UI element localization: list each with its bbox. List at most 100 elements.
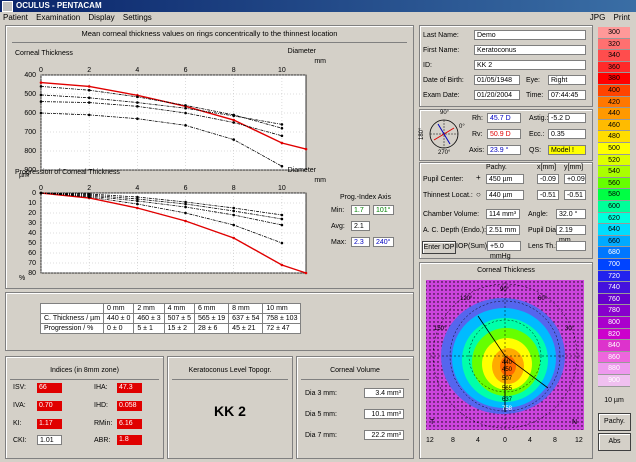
lens-field[interactable]: [556, 241, 586, 251]
chart-x-tick: 6: [184, 67, 188, 74]
thin-y-field: -0.51: [564, 190, 586, 200]
data-point: [136, 195, 139, 199]
first-name-label: First Name:: [423, 47, 460, 54]
eye-field[interactable]: Right: [548, 75, 586, 85]
menu-print[interactable]: Print: [614, 13, 630, 22]
table-cell: C. Thickness / µm: [39, 313, 105, 324]
first-name-field[interactable]: Keratoconus: [474, 45, 586, 55]
scale-value: 720: [598, 270, 630, 283]
data-point: [87, 85, 91, 88]
menu-patient[interactable]: Patient: [3, 13, 28, 22]
table-cell: 565 ± 19: [193, 313, 230, 324]
ihd-value: 0.058: [117, 401, 142, 411]
time-field[interactable]: 07:44:45: [548, 90, 586, 100]
scale-value: 360: [598, 61, 630, 74]
scale-value: 780: [598, 305, 630, 317]
map-tick: 4: [528, 437, 532, 444]
qs-field: Model !: [548, 145, 586, 155]
thinnest-icon: ○: [476, 190, 481, 199]
data-point: [87, 113, 91, 117]
chart-y-tick: 20: [28, 210, 36, 217]
chart-x-tick: 0: [39, 185, 43, 192]
table-row: Progression / % 0 ± 0 5 ± 1 15 ± 2 28 ± …: [39, 323, 302, 334]
thin-x-field: -0.51: [537, 190, 559, 200]
data-point: [232, 138, 236, 141]
isv-value: 66: [37, 383, 62, 393]
pachy-header: Pachy.: [486, 164, 507, 171]
app-logo-icon: [2, 1, 13, 12]
scale-value: 880: [598, 363, 630, 375]
scale-value: 520: [598, 154, 630, 167]
chart-y-tick: 400: [24, 72, 36, 79]
thinnest-field: 440 µm: [486, 190, 524, 200]
rh-field: 45.7 D: [487, 113, 521, 123]
id-field[interactable]: KK 2: [474, 60, 586, 70]
chart-plot-area: [40, 74, 307, 171]
dob-field[interactable]: 01/05/1948: [474, 75, 520, 85]
scale-value: 440: [598, 108, 630, 120]
chart-ylabel: %: [19, 275, 25, 282]
chart-y-tick: 40: [28, 230, 36, 237]
menu-jpg[interactable]: JPG: [590, 13, 606, 22]
data-point: [280, 223, 284, 227]
chart-xlabel: Diameter: [288, 167, 317, 174]
chart-title: Progression of Corneal Thickness: [15, 169, 120, 176]
data-point: [280, 217, 284, 221]
scale-value: 620: [598, 212, 630, 225]
scale-value: 460: [598, 119, 630, 132]
chart-y-tick: 0: [32, 190, 36, 197]
scale-value: 840: [598, 340, 630, 352]
chart-x-tick: 8: [232, 67, 236, 74]
exam-date-field[interactable]: 01/20/2004: [474, 90, 520, 100]
pupil-dia-field: 2.19 mm: [556, 225, 586, 244]
chart-x-tick: 4: [135, 185, 139, 192]
angle-field: 32.0 °: [556, 209, 586, 219]
data-point: [136, 101, 139, 104]
window-title: OCULUS - PENTACAM: [16, 1, 102, 10]
chart-y-tick: 600: [24, 110, 36, 117]
table-cell: 0 mm: [103, 303, 135, 314]
chart-y-tick: 800: [24, 148, 36, 155]
scale-value: 400: [598, 85, 630, 97]
data-point: [304, 147, 308, 151]
map-tick: 12: [426, 437, 434, 444]
ki-label: KI:: [13, 420, 22, 427]
data-point: [184, 211, 187, 215]
enter-iop-button[interactable]: Enter IOP: [422, 241, 456, 254]
scale-value: 820: [598, 328, 630, 341]
table-cell: 15 ± 2: [163, 323, 195, 334]
table-cell: [39, 303, 105, 314]
abs-scale-button[interactable]: Abs: [598, 433, 631, 451]
menu-display[interactable]: Display: [88, 13, 114, 22]
table-cell: 0 ± 0: [103, 323, 135, 334]
ring-table: 0 mm 2 mm 4 mm 6 mm 8 mm 10 mm C. Thickn…: [39, 303, 302, 334]
chart-y-tick: 60: [28, 250, 36, 257]
data-point: [232, 206, 236, 210]
menu-examination[interactable]: Examination: [36, 13, 80, 22]
scale-value: 320: [598, 38, 630, 51]
rmin-label: RMin:: [94, 420, 113, 427]
data-point: [136, 117, 139, 120]
scale-value: 700: [598, 259, 630, 271]
map-value-450: 450: [502, 367, 513, 373]
scale-value: 860: [598, 351, 630, 364]
data-point: [184, 111, 187, 115]
data-point: [184, 200, 187, 204]
data-point: [87, 96, 91, 100]
last-name-field[interactable]: Demo: [474, 30, 586, 40]
iha-value: 47.3: [117, 383, 142, 393]
table-cell: 758 ± 103: [262, 313, 302, 324]
rv-field: 50.9 D: [487, 129, 521, 139]
scale-value: 420: [598, 96, 630, 109]
pupil-center-icon: +: [476, 173, 481, 182]
cki-label: CKI:: [13, 437, 27, 444]
scale-value: 900: [598, 375, 630, 387]
astig-label: Astig.:: [529, 115, 549, 122]
angle-label: Angle:: [528, 211, 548, 218]
menu-settings[interactable]: Settings: [123, 13, 152, 22]
map-side-t: T: [430, 419, 435, 426]
ecc-label: Ecc.:: [529, 131, 545, 138]
compass-right-label: 0°: [459, 124, 465, 130]
pachy-scale-button[interactable]: Pachy.: [598, 413, 631, 431]
chart-y-tick: 70: [28, 260, 36, 267]
